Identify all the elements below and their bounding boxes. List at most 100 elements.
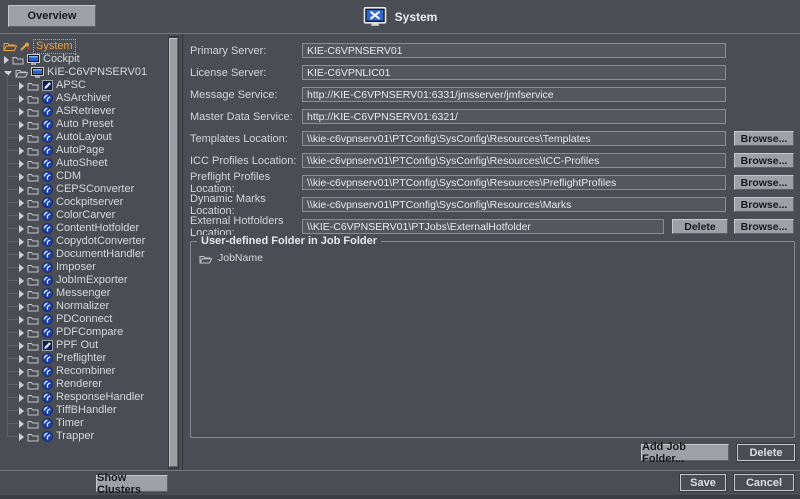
tree-item-engine[interactable]: PDFCompare <box>0 326 169 339</box>
folder-icon <box>27 263 39 273</box>
expand-arrow-icon[interactable] <box>19 147 24 155</box>
expand-arrow-icon[interactable] <box>19 95 24 103</box>
tree-item-engine[interactable]: ASArchiver <box>0 92 169 105</box>
expand-arrow-icon[interactable] <box>19 121 24 129</box>
tree-item-engine[interactable]: CEPSConverter <box>0 183 169 196</box>
expand-arrow-icon[interactable] <box>19 381 24 389</box>
tree-item-engine[interactable]: ContentHotfolder <box>0 222 169 235</box>
tree-item-cockpit[interactable]: Cockpit <box>0 53 169 66</box>
tree-item-engine[interactable]: Renderer <box>0 378 169 391</box>
expand-arrow-icon[interactable] <box>19 134 24 142</box>
tree-item-engine[interactable]: TiffBHandler <box>0 404 169 417</box>
folder-icon <box>27 224 39 234</box>
tree-item-engine[interactable]: Normalizer <box>0 300 169 313</box>
dynamic-marks-location-input[interactable] <box>302 197 726 212</box>
expand-arrow-icon[interactable] <box>19 186 24 194</box>
tree-item-engine[interactable]: CopydotConverter <box>0 235 169 248</box>
primary-server-input[interactable] <box>302 43 726 58</box>
expand-arrow-icon[interactable] <box>19 212 24 220</box>
delete-hotfolder-button[interactable]: Delete <box>672 219 728 234</box>
expand-arrow-icon[interactable] <box>19 199 24 207</box>
tree-item-engine[interactable]: JobImExporter <box>0 274 169 287</box>
tree-item-engine[interactable]: ASRetriever <box>0 105 169 118</box>
tree-item-engine[interactable]: PDConnect <box>0 313 169 326</box>
browse-button[interactable]: Browse... <box>734 219 794 234</box>
folder-icon <box>27 211 39 221</box>
engine-icon <box>42 353 53 364</box>
browse-button[interactable]: Browse... <box>734 131 794 146</box>
tree-item-engine[interactable]: Auto Preset <box>0 118 169 131</box>
editor-icon <box>42 80 53 91</box>
tree-item-system-root[interactable]: System <box>0 40 169 53</box>
expand-arrow-icon[interactable] <box>19 108 24 116</box>
browse-button[interactable]: Browse... <box>734 153 794 168</box>
expand-arrow-icon[interactable] <box>19 225 24 233</box>
tree-item-engine[interactable]: CDM <box>0 170 169 183</box>
expand-arrow-icon[interactable] <box>19 160 24 168</box>
expand-arrow-icon[interactable] <box>19 407 24 415</box>
tree-scrollbar[interactable] <box>168 36 179 469</box>
tree-item-engine[interactable]: AutoSheet <box>0 157 169 170</box>
expand-arrow-icon[interactable] <box>19 355 24 363</box>
engine-icon <box>42 145 53 156</box>
icc-profiles-location-input[interactable] <box>302 153 726 168</box>
license-server-input[interactable] <box>302 65 726 80</box>
expand-arrow-icon[interactable] <box>19 329 24 337</box>
tree-item-engine[interactable]: ColorCarver <box>0 209 169 222</box>
tree-item-label: CopydotConverter <box>56 235 145 248</box>
expand-arrow-icon[interactable] <box>19 394 24 402</box>
tree-item-engine[interactable]: AutoLayout <box>0 131 169 144</box>
expand-arrow-icon[interactable] <box>19 238 24 246</box>
scrollbar-thumb[interactable] <box>169 38 178 467</box>
expand-arrow-icon[interactable] <box>19 264 24 272</box>
expand-arrow-icon[interactable] <box>4 56 9 64</box>
folder-icon <box>27 107 39 117</box>
expand-arrow-icon[interactable] <box>19 82 24 90</box>
folder-icon <box>27 237 39 247</box>
external-hotfolders-location-input[interactable] <box>302 219 664 234</box>
folder-icon <box>27 419 39 429</box>
tree-item-engine[interactable]: Timer <box>0 417 169 430</box>
tree-item-engine[interactable]: PPF Out <box>0 339 169 352</box>
tree-item-engine[interactable]: APSC <box>0 79 169 92</box>
tree-item-engine[interactable]: Imposer <box>0 261 169 274</box>
tree-item-engine[interactable]: Recombiner <box>0 365 169 378</box>
editor-icon <box>42 340 53 351</box>
tree-item-engine[interactable]: ResponseHandler <box>0 391 169 404</box>
engine-icon <box>42 327 53 338</box>
expand-arrow-icon[interactable] <box>19 290 24 298</box>
tree-item-engine[interactable]: AutoPage <box>0 144 169 157</box>
form-row-external-hotfolders-location: External Hotfolders Location: Delete Bro… <box>190 219 795 234</box>
cancel-button[interactable]: Cancel <box>734 474 794 491</box>
browse-button[interactable]: Browse... <box>734 175 794 190</box>
folder-icon <box>27 133 39 143</box>
expand-arrow-icon[interactable] <box>19 173 24 181</box>
expand-arrow-icon[interactable] <box>19 316 24 324</box>
form-row-master-data-service: Master Data Service: <box>190 109 795 124</box>
tree-item-label: CEPSConverter <box>56 183 134 196</box>
expand-arrow-icon[interactable] <box>19 251 24 259</box>
computer-icon <box>27 54 40 65</box>
message-service-input[interactable] <box>302 87 726 102</box>
tree-item-engine[interactable]: DocumentHandler <box>0 248 169 261</box>
tree-item-engine[interactable]: Preflighter <box>0 352 169 365</box>
expand-arrow-icon[interactable] <box>19 433 24 441</box>
expand-arrow-icon[interactable] <box>19 420 24 428</box>
delete-job-folder-button[interactable]: Delete <box>737 444 795 461</box>
save-button[interactable]: Save <box>680 474 726 491</box>
tree-item-engine[interactable]: Cockpitserver <box>0 196 169 209</box>
expand-arrow-icon[interactable] <box>19 277 24 285</box>
expand-arrow-icon[interactable] <box>19 303 24 311</box>
tree-item-server[interactable]: KIE-C6VPNSERV01 <box>0 66 169 79</box>
tree-item-engine[interactable]: Messenger <box>0 287 169 300</box>
add-job-folder-button[interactable]: Add Job Folder... <box>641 444 729 461</box>
expand-arrow-icon[interactable] <box>19 368 24 376</box>
master-data-service-input[interactable] <box>302 109 726 124</box>
show-clusters-button[interactable]: Show Clusters <box>96 475 168 492</box>
collapse-arrow-icon[interactable] <box>4 71 12 76</box>
tree-item-engine[interactable]: Trapper <box>0 430 169 443</box>
preflight-profiles-location-input[interactable] <box>302 175 726 190</box>
expand-arrow-icon[interactable] <box>19 342 24 350</box>
browse-button[interactable]: Browse... <box>734 197 794 212</box>
templates-location-input[interactable] <box>302 131 726 146</box>
